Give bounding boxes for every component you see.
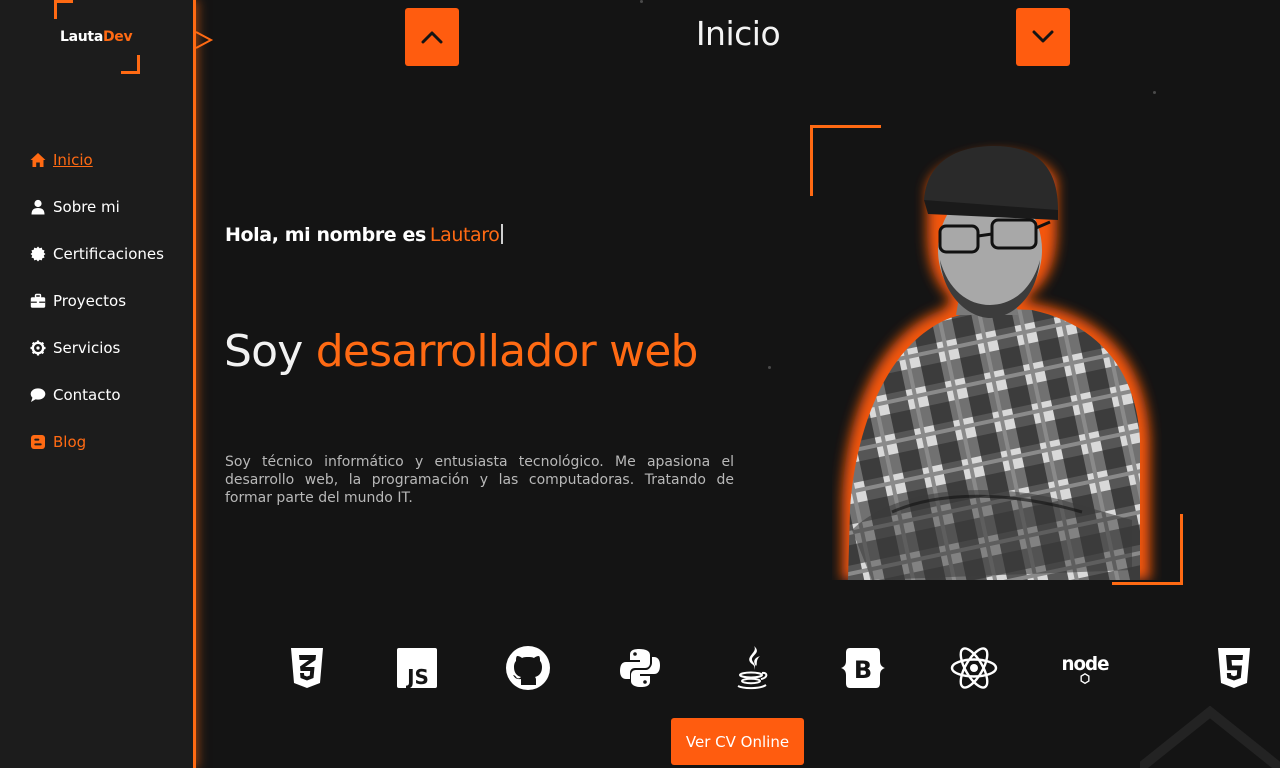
javascript-icon: JS [393,644,441,692]
sidebar-item-inicio[interactable]: Inicio [30,136,164,183]
sidebar-item-blog[interactable]: Blog [30,418,164,465]
gear-icon [30,340,46,355]
next-section-button[interactable] [1016,8,1070,66]
sidebar-item-certificaciones[interactable]: Certificaciones [30,230,164,277]
background-triangle-decoration [1140,706,1280,768]
background-dot [1153,91,1156,94]
react-icon [950,644,998,692]
sidebar-nav: Inicio Sobre mi Certificaciones Proyecto… [30,136,164,465]
background-dot [640,0,643,3]
svg-text:B: B [854,656,872,684]
logo-text-dev: Dev [102,29,133,45]
sidebar-item-label: Servicios [53,338,121,357]
typing-cursor [500,224,503,244]
html5-icon [1210,644,1258,692]
headline-highlight: desarrollador web [315,326,699,377]
logo-text: LautaDev [60,29,133,45]
chat-icon [30,387,46,402]
svg-text:JS: JS [405,665,429,689]
sidebar-item-label: Certificaciones [53,244,164,263]
logo-corner-top-left [54,0,73,19]
python-icon [616,644,664,692]
logo-text-lauta: Lauta [60,29,103,45]
nodejs-wordmark: node [1061,654,1109,675]
about-paragraph: Soy técnico informático y entusiasta tec… [225,454,734,506]
chevron-right-icon [195,31,214,49]
previous-section-button[interactable] [405,8,459,66]
chevron-up-icon [421,31,443,44]
sidebar-item-servicios[interactable]: Servicios [30,324,164,371]
greeting: Hola, mi nombre es Lautaro [225,224,503,246]
nodejs-icon: node [1061,644,1109,692]
chevron-down-icon [1032,30,1054,43]
background-dot [768,366,771,369]
sidebar-item-label: Sobre mi [53,197,120,216]
home-icon [30,152,46,167]
briefcase-icon [30,293,46,308]
sidebar: LautaDev Inicio Sobre mi Certificaciones… [0,0,196,768]
sidebar-item-sobre-mi[interactable]: Sobre mi [30,183,164,230]
sidebar-item-label: Contacto [53,385,121,404]
profile-photo [842,146,1150,580]
bootstrap-icon: B [839,644,887,692]
github-icon [504,644,552,692]
greeting-text: Hola, mi nombre es [225,224,426,246]
java-icon [728,644,776,692]
sidebar-item-label: Blog [53,432,87,451]
view-cv-online-button[interactable]: Ver CV Online [671,718,804,765]
sidebar-item-label: Proyectos [53,291,127,310]
logo-corner-bottom-right [121,55,140,74]
sidebar-toggle-button[interactable] [194,30,214,56]
sidebar-item-label: Inicio [53,150,93,169]
blogger-icon [31,434,45,449]
typed-name: Lautaro [429,224,500,246]
logo[interactable]: LautaDev [54,0,140,74]
css3-icon [283,644,331,692]
headline-prefix: Soy [224,326,303,377]
sidebar-item-contacto[interactable]: Contacto [30,371,164,418]
page-title: Inicio [695,14,781,53]
user-icon [31,199,45,214]
headline: Soy desarrollador web [224,326,698,377]
sidebar-item-proyectos[interactable]: Proyectos [30,277,164,324]
certificate-icon [30,246,46,261]
